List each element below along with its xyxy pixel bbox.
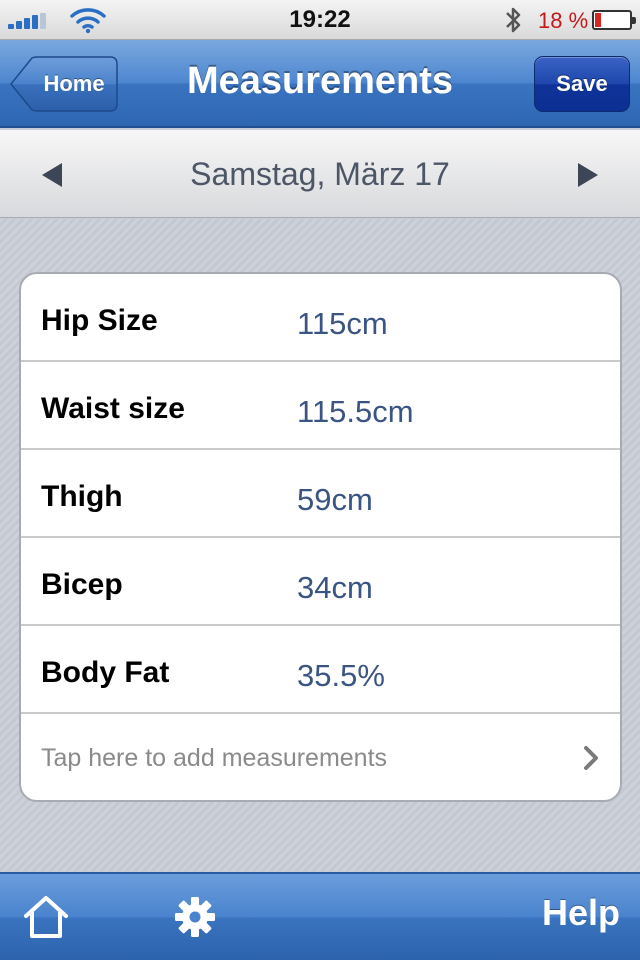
measurement-row[interactable]: Thigh 59cm (21, 450, 620, 538)
next-day-arrow-icon[interactable] (572, 160, 602, 190)
bluetooth-icon (506, 7, 521, 33)
date-selector: Samstag, März 17 (0, 130, 640, 218)
measurements-table: Hip Size 115cm Waist size 115.5cm Thigh … (19, 272, 622, 802)
measurement-label: Bicep (41, 568, 123, 601)
battery-icon (592, 10, 636, 30)
measurement-row[interactable]: Waist size 115.5cm (21, 362, 620, 450)
content-area: Hip Size 115cm Waist size 115.5cm Thigh … (0, 219, 640, 871)
add-measurements-label: Tap here to add measurements (41, 744, 388, 772)
navigation-bar: Home Measurements Save (0, 40, 640, 128)
measurement-value: 34cm (297, 570, 373, 605)
measurement-label: Body Fat (41, 656, 170, 689)
gear-icon[interactable] (174, 896, 216, 938)
bottom-toolbar: Help (0, 872, 640, 960)
status-bar: 19:22 18 % (0, 0, 640, 40)
save-button[interactable]: Save (534, 56, 630, 112)
help-button[interactable]: Help (500, 892, 620, 942)
measurement-row[interactable]: Hip Size 115cm (21, 274, 620, 362)
measurement-row[interactable]: Bicep 34cm (21, 538, 620, 626)
measurement-value: 59cm (297, 482, 373, 517)
measurement-label: Waist size (41, 392, 185, 425)
measurement-value: 115cm (297, 306, 388, 341)
home-icon[interactable] (22, 894, 70, 940)
measurement-label: Hip Size (41, 304, 158, 337)
chevron-right-icon (584, 746, 598, 770)
measurement-value: 115.5cm (297, 394, 414, 429)
add-measurements-row[interactable]: Tap here to add measurements (21, 714, 620, 800)
measurement-value: 35.5% (297, 658, 385, 693)
measurement-label: Thigh (41, 480, 123, 513)
battery-percent: 18 % (538, 8, 589, 33)
measurement-row[interactable]: Body Fat 35.5% (21, 626, 620, 714)
battery-level-fill (595, 13, 601, 27)
current-date: Samstag, März 17 (190, 156, 450, 192)
